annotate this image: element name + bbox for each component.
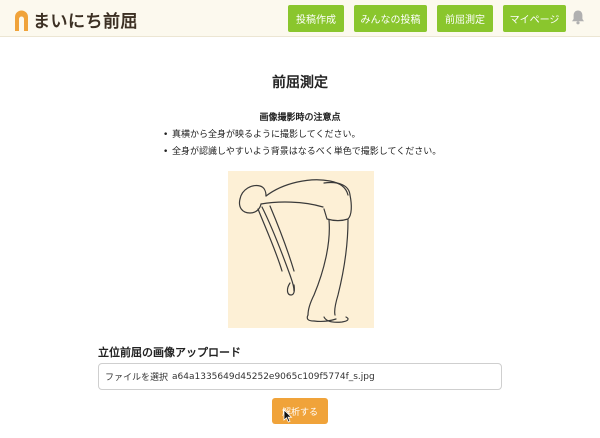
notes-list: 真横から全身が映るように撮影してください。 全身が認識しやすいよう背景はなるべく… bbox=[163, 127, 441, 161]
nav-all-posts-button[interactable]: みんなの投稿 bbox=[354, 5, 427, 32]
logo-text: まいにち前屈 bbox=[33, 12, 138, 32]
file-select-button[interactable]: ファイルを選択 bbox=[105, 370, 168, 383]
upload-label: 立位前屈の画像アップロード bbox=[98, 346, 241, 359]
page-title: 前屈測定 bbox=[272, 75, 328, 91]
mouse-cursor-icon bbox=[283, 409, 293, 423]
file-input[interactable]: ファイルを選択 a64a1335649d45252e9065c109f5774f… bbox=[98, 363, 502, 390]
forward-bend-illustration bbox=[228, 171, 374, 328]
notes-heading: 画像撮影時の注意点 bbox=[259, 113, 341, 123]
logo[interactable]: まいにち前屈 bbox=[14, 7, 138, 32]
nav: 投稿作成 みんなの投稿 前屈測定 マイページ bbox=[288, 5, 576, 32]
arch-icon bbox=[15, 10, 28, 31]
header: まいにち前屈 投稿作成 みんなの投稿 前屈測定 マイページ bbox=[0, 0, 600, 37]
analyze-button[interactable]: 解析する bbox=[272, 398, 328, 424]
nav-mypage-button[interactable]: マイページ bbox=[503, 5, 566, 32]
nav-create-post-button[interactable]: 投稿作成 bbox=[288, 5, 344, 32]
standing-forward-bend-figure bbox=[238, 179, 352, 323]
bell-icon[interactable] bbox=[571, 9, 585, 25]
note-item: 全身が認識しやすいよう背景はなるべく単色で撮影してください。 bbox=[163, 144, 441, 161]
note-item: 真横から全身が映るように撮影してください。 bbox=[163, 127, 441, 144]
selected-filename: a64a1335649d45252e9065c109f5774f_s.jpg bbox=[172, 371, 375, 382]
nav-forward-bend-button[interactable]: 前屈測定 bbox=[437, 5, 493, 32]
